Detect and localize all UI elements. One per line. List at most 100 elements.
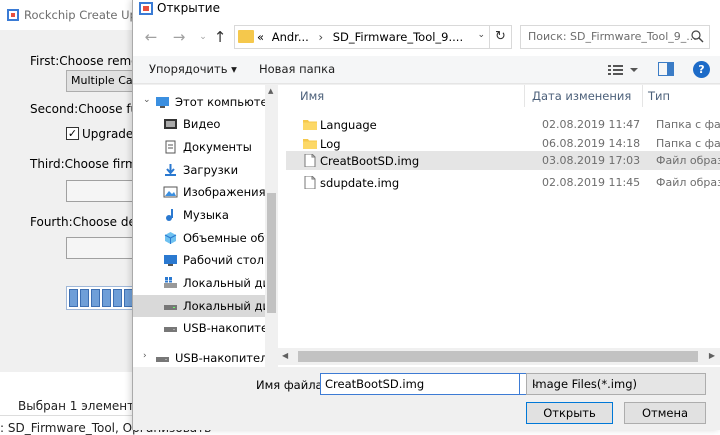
file-name: Language: [320, 118, 377, 132]
usb-drive-icon: [156, 357, 169, 362]
breadcrumb-separator-icon: ›: [318, 30, 324, 44]
nav-item-label: Загрузки: [183, 163, 239, 177]
file-type: Папка с фай: [656, 137, 720, 150]
firmware-input[interactable]: [66, 180, 140, 202]
breadcrumb-item[interactable]: SD_Firmware_Tool_9....: [333, 30, 463, 44]
nav-item-label: Изображения: [183, 185, 266, 199]
file-date: 02.08.2019 11:47: [542, 118, 641, 131]
nav-item-label: Локальный дис: [183, 276, 277, 290]
column-header-name[interactable]: Имя: [300, 89, 324, 111]
background-window: Rockchip Create Upgrade First:Choose rem…: [0, 0, 175, 372]
navigation-scrollbar[interactable]: ▲: [265, 85, 278, 367]
nav-item[interactable]: Этот компьютер ⌄: [133, 91, 275, 113]
demo-input[interactable]: [66, 237, 140, 259]
file-row[interactable]: CreatBootSD.img 03.08.2019 17:03 Файл обра…: [286, 151, 720, 170]
nav-item-label: Объемные объ: [183, 231, 273, 245]
address-row: ← → ⌄ ↑ « Andr... › SD_Firmware_Tool_9..…: [133, 18, 720, 56]
help-icon[interactable]: ?: [693, 61, 710, 78]
breadcrumb: « Andr... › SD_Firmware_Tool_9....: [257, 30, 463, 44]
address-dropdown-icon[interactable]: ⌄: [477, 30, 485, 40]
file-type: Папка с фай: [656, 118, 720, 131]
progress-bar: [66, 286, 140, 310]
folder-icon: [303, 120, 317, 130]
dialog-app-icon: [139, 2, 153, 15]
toolbar: Упорядочить ▾ Новая папка ?: [133, 56, 720, 84]
upgrade-checkbox[interactable]: ✓: [66, 127, 79, 140]
filename-value: CreatBootSD.img: [325, 377, 425, 391]
up-arrow-icon[interactable]: ↑: [210, 27, 230, 47]
app-icon: [7, 9, 19, 21]
navigation-scroll-thumb[interactable]: [267, 193, 276, 313]
open-button[interactable]: Открыть: [526, 402, 613, 424]
search-input[interactable]: Поиск: SD_Firmware_Tool_9_...: [520, 25, 710, 49]
dialog-titlebar: Открытие: [133, 0, 720, 18]
3d-objects-icon: [164, 232, 177, 244]
nav-item-label: Документы: [183, 140, 252, 154]
organize-button[interactable]: Упорядочить ▾: [149, 62, 237, 76]
forward-arrow-icon[interactable]: →: [169, 27, 189, 47]
file-list-hscrollbar[interactable]: ◀ ▶: [278, 348, 720, 365]
nav-item[interactable]: USB-накопител: [133, 317, 275, 339]
nav-item[interactable]: Загрузки: [133, 159, 265, 181]
refresh-icon[interactable]: ↻: [489, 26, 511, 48]
file-name: sdupdate.img: [320, 176, 400, 190]
usb-drive-icon: [164, 327, 177, 332]
nav-item[interactable]: Документы: [133, 136, 265, 158]
drive-icon: [164, 305, 177, 310]
view-options-icon[interactable]: [606, 62, 644, 78]
filename-input[interactable]: CreatBootSD.img: [320, 373, 520, 395]
file-list: Имя Дата изменения Тип Language 02.08.201…: [278, 85, 720, 367]
expand-chevron-icon[interactable]: ⌄: [143, 95, 151, 105]
music-icon: [166, 209, 173, 221]
nav-item-label: Рабочий стол: [183, 253, 264, 267]
nav-item[interactable]: Локальный дис: [133, 272, 276, 294]
main-area: Этот компьютер ⌄ Видео Документы Загрузки Изо…: [133, 85, 720, 367]
windows-drive-icon: [164, 277, 177, 288]
nav-item[interactable]: Объемные объ: [133, 227, 273, 249]
breadcrumb-prefix: «: [257, 30, 265, 44]
expand-chevron-icon[interactable]: ›: [143, 351, 147, 361]
nav-item[interactable]: Рабочий стол: [133, 249, 265, 271]
file-date: 06.08.2019 14:18: [542, 137, 641, 150]
navigation-pane: Этот компьютер ⌄ Видео Документы Загрузки Изо…: [133, 85, 278, 367]
desktop-icon: [164, 255, 177, 266]
nav-item-label: Видео: [183, 117, 221, 131]
column-header-date[interactable]: Дата изменения: [532, 89, 631, 111]
search-icon: [691, 30, 704, 43]
computer-icon: [156, 97, 169, 108]
new-folder-button[interactable]: Новая папка: [259, 62, 335, 76]
preview-pane-icon[interactable]: [658, 62, 674, 76]
cancel-button[interactable]: Отмена: [624, 402, 706, 424]
nav-item[interactable]: Видео: [133, 113, 265, 135]
file-row[interactable]: Language 02.08.2019 11:47 Папка с фай: [286, 115, 720, 134]
filename-label: Имя файла:: [256, 378, 327, 392]
file-type: Файл образ: [656, 154, 720, 167]
dialog-title: Открытие: [157, 1, 220, 15]
column-header-type[interactable]: Тип: [648, 89, 670, 111]
background-window-titlebar: Rockchip Create Upgrade: [0, 0, 170, 30]
address-bar[interactable]: « Andr... › SD_Firmware_Tool_9.... ⌄ ↻: [234, 25, 512, 49]
file-row[interactable]: sdupdate.img 02.08.2019 11:45 Файл образ: [286, 173, 720, 192]
file-type-chevron-icon: ⌄: [532, 379, 540, 389]
search-placeholder: Поиск: SD_Firmware_Tool_9_...: [528, 30, 697, 43]
nav-item-label: Локальный дис: [183, 299, 277, 313]
pictures-folder-icon: [163, 186, 178, 198]
file-name: Log: [320, 137, 341, 151]
nav-item[interactable]: Изображения: [133, 181, 266, 203]
open-file-dialog: Открытие ← → ⌄ ↑ « Andr... › SD_Firmware…: [132, 0, 720, 430]
multiple-card-button[interactable]: Multiple Card: [66, 70, 140, 92]
file-icon: [304, 176, 316, 189]
file-type-select[interactable]: Image Files(*.img) ⌄: [526, 373, 706, 395]
documents-folder-icon: [165, 140, 176, 154]
back-arrow-icon[interactable]: ←: [141, 27, 161, 47]
hscroll-thumb[interactable]: [298, 351, 698, 362]
file-icon: [304, 154, 316, 167]
nav-item[interactable]: Музыка: [133, 204, 265, 226]
nav-item[interactable]: USB-накопитель ›: [133, 347, 274, 367]
video-folder-icon: [164, 119, 177, 129]
nav-item[interactable]: Локальный дис: [133, 295, 276, 317]
file-date: 03.08.2019 17:03: [542, 154, 641, 167]
breadcrumb-item[interactable]: Andr...: [272, 30, 309, 44]
filename-row: Имя файла: CreatBootSD.img ⌄ Image Files…: [133, 367, 720, 430]
nav-item-label: USB-накопитель: [175, 351, 275, 365]
